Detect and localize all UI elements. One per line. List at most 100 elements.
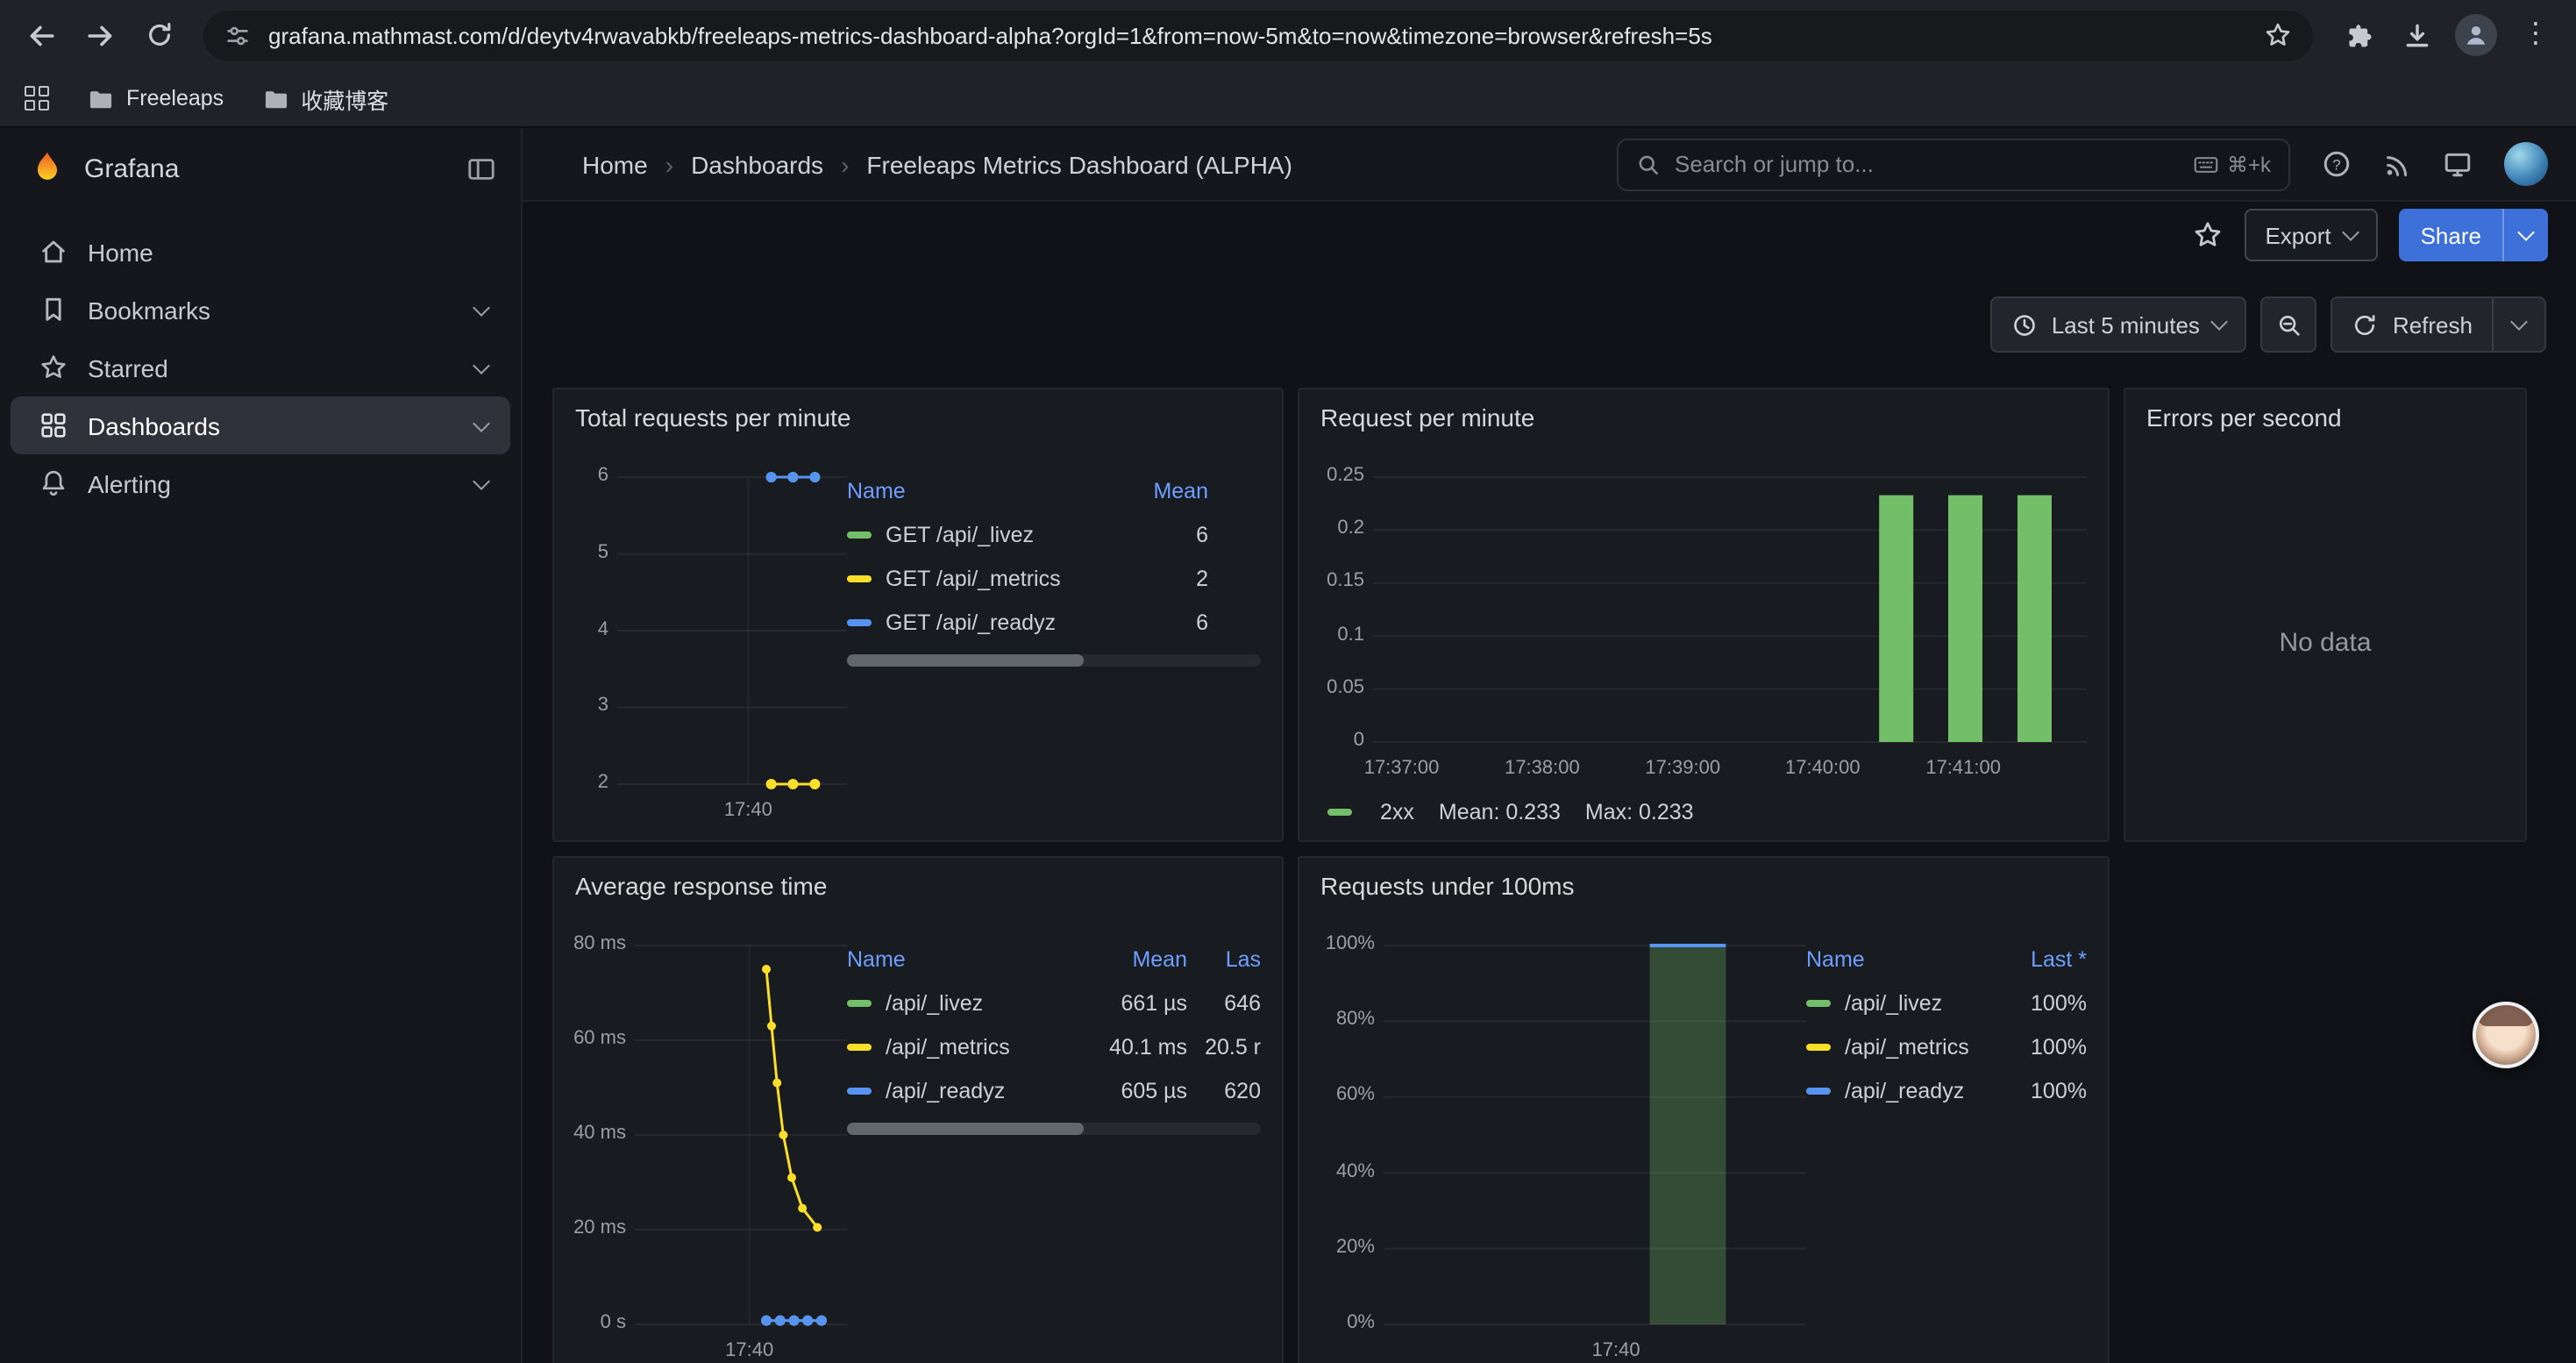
breadcrumb-dashboards[interactable]: Dashboards — [691, 150, 823, 178]
share-button[interactable]: Share — [2400, 209, 2548, 261]
zoom-out-button[interactable] — [2261, 296, 2317, 353]
star-icon — [39, 353, 68, 382]
series-color-swatch — [1806, 1087, 1831, 1094]
panel-title[interactable]: Requests under 100ms — [1320, 872, 2087, 907]
panel-row: Total requests per minute 65432 17:40 — [552, 388, 2546, 842]
breadcrumb-separator: › — [841, 150, 849, 178]
legend-header-last[interactable]: Last * — [2003, 947, 2087, 972]
breadcrumb-separator: › — [665, 150, 673, 178]
favorite-star-button[interactable] — [2191, 219, 2223, 251]
bookmark-item-freeleaps[interactable]: Freeleaps — [88, 86, 224, 111]
sidebar-collapse-button[interactable] — [466, 153, 496, 183]
legend-header-name[interactable]: Name — [847, 947, 1085, 972]
search-input[interactable] — [1675, 151, 2180, 177]
sidebar-item-bookmarks[interactable]: Bookmarks — [11, 281, 510, 339]
export-button[interactable]: Export — [2244, 209, 2378, 261]
help-icon[interactable]: ? — [2322, 149, 2352, 179]
legend-header-name[interactable]: Name — [847, 479, 1129, 503]
forward-button[interactable] — [74, 9, 126, 61]
series-name[interactable]: /api/_readyz — [1845, 1078, 2003, 1103]
panel-legend: Name Last * /api/_livez 100% — [1806, 938, 2087, 1112]
series-name[interactable]: GET /api/_readyz — [886, 610, 1129, 634]
back-button[interactable] — [14, 9, 67, 61]
grafana-app: Grafana Home Bookmarks Starred — [0, 128, 2576, 1363]
breadcrumb-home[interactable]: Home — [582, 150, 648, 178]
share-caret-button[interactable] — [2502, 209, 2548, 261]
series-color-swatch — [847, 531, 872, 538]
series-mean-value: 661 µs — [1085, 990, 1187, 1015]
refresh-interval-caret[interactable] — [2510, 313, 2528, 331]
sidebar-item-alerting[interactable]: Alerting — [11, 454, 510, 512]
chevron-down-icon[interactable] — [473, 356, 490, 374]
user-avatar[interactable] — [2504, 142, 2548, 186]
apps-grid-icon[interactable] — [25, 86, 49, 111]
panel-title[interactable]: Average response time — [575, 872, 1261, 907]
time-range-button[interactable]: Last 5 minutes — [1990, 296, 2247, 353]
home-icon — [39, 237, 68, 267]
bookmark-item-blogs[interactable]: 收藏博客 — [262, 82, 388, 115]
rss-icon[interactable] — [2383, 150, 2411, 178]
chevron-down-icon[interactable] — [473, 298, 490, 316]
assistant-avatar[interactable] — [2473, 1002, 2539, 1068]
panel-average-response-time: Average response time 80 ms60 ms40 ms20 … — [552, 856, 1284, 1363]
sidebar-item-dashboards[interactable]: Dashboards — [11, 396, 510, 454]
breadcrumb-current[interactable]: Freeleaps Metrics Dashboard (ALPHA) — [866, 150, 1292, 178]
panel-title[interactable]: Errors per second — [2146, 403, 2504, 439]
menu-kebab-icon[interactable]: ⋮ — [2509, 9, 2562, 61]
series-mean-value: 40.1 ms — [1085, 1034, 1187, 1059]
time-series-plot[interactable] — [635, 931, 847, 1335]
scrollbar-thumb[interactable] — [847, 654, 1083, 667]
bookmark-star-icon[interactable] — [2264, 21, 2292, 49]
grafana-main: Home › Dashboards › Freeleaps Metrics Da… — [523, 128, 2576, 1363]
sidebar-nav: Home Bookmarks Starred Dashboards — [0, 209, 521, 526]
keyboard-icon — [2194, 155, 2218, 173]
profile-avatar[interactable] — [2450, 9, 2502, 61]
panel-legend: Name Mean GET /api/_livez 6 — [847, 470, 1261, 667]
search-box[interactable]: ⌘+k — [1617, 138, 2290, 190]
series-mean-stat: Mean: 0.233 — [1439, 800, 1561, 824]
bar-chart-plot[interactable] — [1373, 463, 2087, 753]
bar-chart-plot[interactable] — [1384, 931, 1806, 1335]
sidebar-item-label: Starred — [88, 353, 168, 382]
time-series-plot[interactable] — [617, 463, 847, 795]
panel-title[interactable]: Request per minute — [1320, 403, 2087, 439]
zoom-out-icon — [2276, 311, 2302, 338]
scrollbar-thumb[interactable] — [847, 1123, 1083, 1135]
legend-row: /api/_livez 100% — [1806, 981, 2087, 1024]
url-text[interactable]: grafana.mathmast.com/d/deytv4rwavabkb/fr… — [268, 22, 2246, 48]
chevron-down-icon[interactable] — [473, 414, 490, 432]
grafana-header: Home › Dashboards › Freeleaps Metrics Da… — [523, 128, 2576, 202]
extensions-icon[interactable] — [2330, 9, 2383, 61]
reload-button[interactable] — [133, 9, 186, 61]
series-name[interactable]: GET /api/_livez — [886, 522, 1129, 546]
series-color-swatch — [1327, 809, 1352, 816]
chart-area: 100%80%60%40%20%0% 17:40 — [1320, 931, 1806, 1363]
panel-title[interactable]: Total requests per minute — [575, 403, 1261, 439]
refresh-button[interactable]: Refresh — [2331, 296, 2546, 353]
legend-scrollbar[interactable] — [847, 1123, 1261, 1135]
sidebar-item-starred[interactable]: Starred — [11, 339, 510, 396]
series-name[interactable]: /api/_readyz — [886, 1078, 1085, 1103]
series-name[interactable]: /api/_metrics — [886, 1034, 1085, 1059]
legend-row: /api/_readyz 100% — [1806, 1068, 2087, 1112]
series-name[interactable]: /api/_metrics — [1845, 1034, 2003, 1059]
legend-header-name[interactable]: Name — [1806, 947, 2003, 972]
legend-header-mean[interactable]: Mean — [1129, 479, 1208, 503]
series-name[interactable]: /api/_livez — [1845, 990, 2003, 1015]
legend-header-last[interactable]: Las — [1187, 947, 1261, 972]
dashboard-toolbar: Export Share — [523, 202, 2576, 268]
legend-scrollbar[interactable] — [847, 654, 1261, 667]
site-settings-icon[interactable] — [224, 22, 251, 48]
grafana-logo[interactable] — [28, 149, 67, 188]
chevron-down-icon[interactable] — [473, 472, 490, 489]
downloads-icon[interactable] — [2390, 9, 2443, 61]
series-name[interactable]: /api/_livez — [886, 990, 1085, 1015]
y-axis: 65432 — [575, 463, 617, 823]
series-name[interactable]: 2xx — [1380, 800, 1414, 824]
sidebar-item-label: Bookmarks — [88, 296, 210, 324]
series-name[interactable]: GET /api/_metrics — [886, 566, 1129, 590]
sidebar-item-home[interactable]: Home — [11, 223, 510, 281]
legend-header-mean[interactable]: Mean — [1085, 947, 1187, 972]
monitor-icon[interactable] — [2443, 149, 2473, 179]
url-bar[interactable]: grafana.mathmast.com/d/deytv4rwavabkb/fr… — [203, 10, 2313, 61]
